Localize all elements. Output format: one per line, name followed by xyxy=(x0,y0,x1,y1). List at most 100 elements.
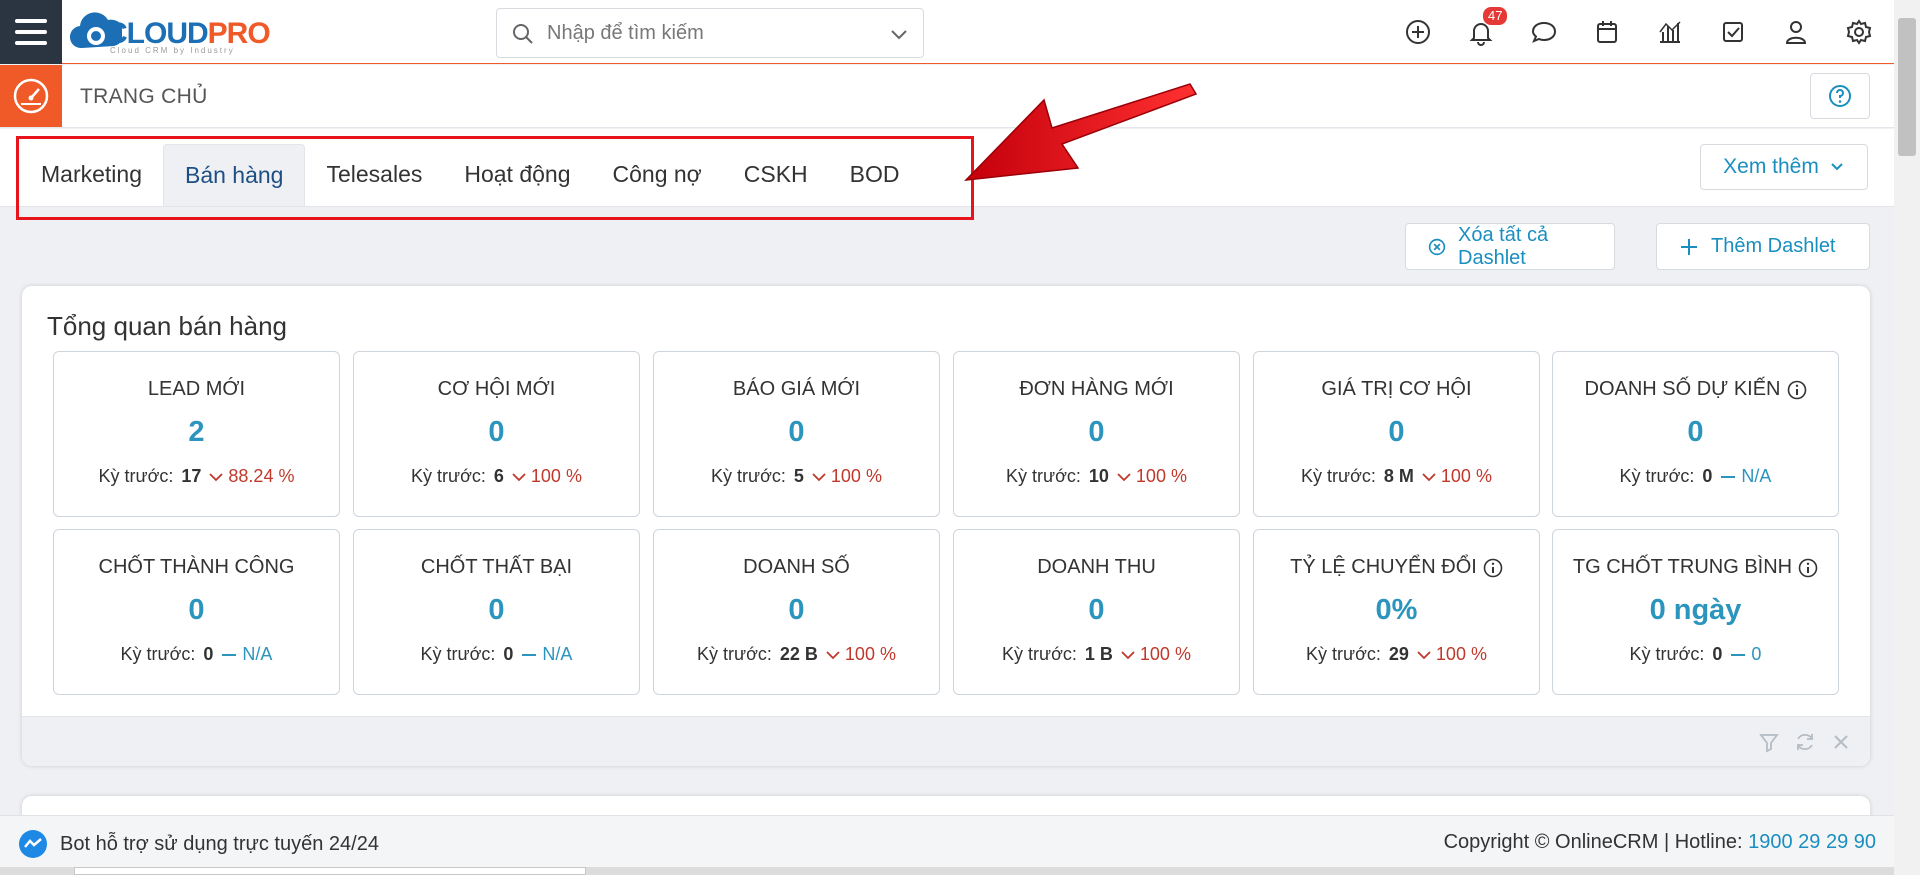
page-header: TRANG CHỦ xyxy=(0,65,1894,128)
kpi-previous-period: Kỳ trước: 0 N/A xyxy=(420,644,573,665)
dashboard-gauge-icon[interactable] xyxy=(0,65,62,127)
user-icon[interactable] xyxy=(1778,14,1814,50)
kpi-value: 0 xyxy=(1687,416,1704,448)
previous-value: 10 xyxy=(1088,466,1109,486)
help-button[interactable] xyxy=(1810,73,1870,119)
hotline-link[interactable]: 1900 29 29 90 xyxy=(1748,831,1876,853)
kpi-label: LEAD MỚI xyxy=(147,378,246,400)
search-input[interactable] xyxy=(547,19,867,47)
kpi-previous-period: Kỳ trước: 22 B 100 % xyxy=(697,644,896,665)
dash-icon xyxy=(522,653,537,656)
add-dashlet-button[interactable]: Thêm Dashlet xyxy=(1656,223,1870,270)
kpi-card[interactable]: DOANH SỐ DỰ KIẾN 0 Kỳ trước: 0 N/A xyxy=(1552,351,1839,517)
plus-icon xyxy=(1681,238,1697,255)
kpi-card[interactable]: ĐƠN HÀNG MỚI 0 Kỳ trước: 10 100 % xyxy=(953,351,1240,517)
add-icon[interactable] xyxy=(1400,14,1436,50)
logo[interactable]: CLOUDPRO Cloud CRM by Industry xyxy=(70,6,300,56)
messenger-icon xyxy=(19,830,47,858)
filter-icon[interactable] xyxy=(1758,731,1780,753)
kpi-label: DOANH SỐ DỰ KIẾN xyxy=(1553,378,1838,401)
kpi-value: 0% xyxy=(1375,594,1418,626)
support-bot[interactable]: Bot hỗ trợ sử dụng trực tuyến 24/24 xyxy=(18,829,379,859)
kpi-label: BÁO GIÁ MỚI xyxy=(732,378,861,400)
chat-icon[interactable] xyxy=(1526,14,1562,50)
kpi-previous-period: Kỳ trước: 29 100 % xyxy=(1306,644,1487,665)
calendar-icon[interactable] xyxy=(1589,14,1625,50)
kpi-card[interactable]: TỶ LỆ CHUYỂN ĐỔI 0% Kỳ trước: 29 100 % xyxy=(1253,529,1540,695)
previous-value: 0 xyxy=(503,644,514,664)
menu-icon[interactable] xyxy=(0,0,62,64)
chevron-down-icon xyxy=(1417,650,1431,659)
page-footer: Bot hỗ trợ sử dụng trực tuyến 24/24 Copy… xyxy=(0,815,1894,867)
kpi-label: DOANH THU xyxy=(1037,556,1156,578)
chevron-down-icon xyxy=(1831,163,1843,171)
chevron-down-icon[interactable] xyxy=(889,24,909,44)
kpi-card[interactable]: TG CHỐT TRUNG BÌNH 0 ngày Kỳ trước: 0 0 xyxy=(1552,529,1839,695)
kpi-label: TỶ LỆ CHUYỂN ĐỔI xyxy=(1254,556,1539,579)
previous-value: 17 xyxy=(181,466,202,486)
kpi-value: 0 xyxy=(488,594,505,626)
kpi-card[interactable]: GIÁ TRỊ CƠ HỘI 0 Kỳ trước: 8 M 100 % xyxy=(1253,351,1540,517)
kpi-card[interactable]: LEAD MỚI 2 Kỳ trước: 17 88.24 % xyxy=(53,351,340,517)
info-icon[interactable] xyxy=(1483,558,1503,578)
chevron-down-icon xyxy=(1422,472,1436,481)
top-icons: 47 xyxy=(1400,7,1877,50)
dashlet-title: Tổng quan bán hàng xyxy=(47,311,287,341)
change-indicator: N/A xyxy=(521,644,572,665)
notification-badge: 47 xyxy=(1483,7,1508,25)
dashlet-footer xyxy=(22,716,1870,766)
kpi-card[interactable]: DOANH THU 0 Kỳ trước: 1 B 100 % xyxy=(953,529,1240,695)
change-indicator: 100 % xyxy=(1422,466,1492,487)
more-label: Xem thêm xyxy=(1723,155,1819,178)
previous-value: 0 xyxy=(1702,466,1713,486)
change-indicator: 100 % xyxy=(1417,644,1487,665)
clear-all-dashlets-button[interactable]: Xóa tất cả Dashlet xyxy=(1405,223,1615,270)
kpi-value: 0 ngày xyxy=(1649,594,1742,626)
kpi-value: 0 xyxy=(1388,416,1405,448)
report-chart-icon[interactable] xyxy=(1652,14,1688,50)
dashlet-tools xyxy=(1758,731,1852,753)
top-bar: CLOUDPRO Cloud CRM by Industry 47 xyxy=(0,0,1894,64)
kpi-card[interactable]: CƠ HỘI MỚI 0 Kỳ trước: 6 100 % xyxy=(353,351,640,517)
kpi-value: 0 xyxy=(488,416,505,448)
kpi-value: 2 xyxy=(188,416,205,448)
add-dashlet-label: Thêm Dashlet xyxy=(1711,235,1836,257)
change-indicator: N/A xyxy=(221,644,272,665)
kpi-value: 0 xyxy=(1088,594,1105,626)
logo-tagline: Cloud CRM by Industry xyxy=(110,46,235,55)
kpi-label: GIÁ TRỊ CƠ HỘI xyxy=(1321,378,1472,400)
kpi-card[interactable]: CHỐT THÀNH CÔNG 0 Kỳ trước: 0 N/A xyxy=(53,529,340,695)
task-checkbox-icon[interactable] xyxy=(1715,14,1751,50)
kpi-previous-period: Kỳ trước: 6 100 % xyxy=(411,466,582,487)
change-indicator: 100 % xyxy=(826,644,896,665)
change-indicator: 100 % xyxy=(1121,644,1191,665)
horizontal-scrollbar-thumb[interactable] xyxy=(74,867,586,875)
kpi-card[interactable]: CHỐT THẤT BẠI 0 Kỳ trước: 0 N/A xyxy=(353,529,640,695)
kpi-card[interactable]: BÁO GIÁ MỚI 0 Kỳ trước: 5 100 % xyxy=(653,351,940,517)
kpi-previous-period: Kỳ trước: 8 M 100 % xyxy=(1301,466,1492,487)
question-icon xyxy=(1829,85,1851,107)
kpi-label: CHỐT THẤT BẠI xyxy=(420,556,573,578)
previous-value: 8 M xyxy=(1383,466,1414,486)
kpi-previous-period: Kỳ trước: 17 88.24 % xyxy=(98,466,295,486)
kpi-label: CƠ HỘI MỚI xyxy=(437,378,556,400)
info-icon[interactable] xyxy=(1787,380,1807,400)
refresh-icon[interactable] xyxy=(1794,731,1816,753)
close-icon[interactable] xyxy=(1830,731,1852,753)
kpi-label: DOANH SỐ xyxy=(743,556,850,578)
change-indicator: 100 % xyxy=(512,466,582,487)
search-box[interactable] xyxy=(496,8,924,58)
kpi-previous-period: Kỳ trước: 0 0 xyxy=(1629,644,1762,664)
chevron-down-icon xyxy=(209,472,224,481)
change-indicator: 100 % xyxy=(1117,466,1187,487)
settings-gear-icon[interactable] xyxy=(1841,14,1877,50)
copyright-text: Copyright © OnlineCRM | Hotline: 1900 29… xyxy=(1443,831,1876,853)
bell-icon[interactable]: 47 xyxy=(1463,7,1508,50)
kpi-previous-period: Kỳ trước: 0 N/A xyxy=(1619,466,1772,486)
vertical-scrollbar-thumb[interactable] xyxy=(1898,18,1916,156)
info-icon[interactable] xyxy=(1798,558,1818,578)
kpi-card[interactable]: DOANH SỐ 0 Kỳ trước: 22 B 100 % xyxy=(653,529,940,695)
chevron-down-icon xyxy=(1117,472,1131,481)
kpi-value: 0 xyxy=(788,594,805,626)
more-dropdown-button[interactable]: Xem thêm xyxy=(1700,144,1868,190)
